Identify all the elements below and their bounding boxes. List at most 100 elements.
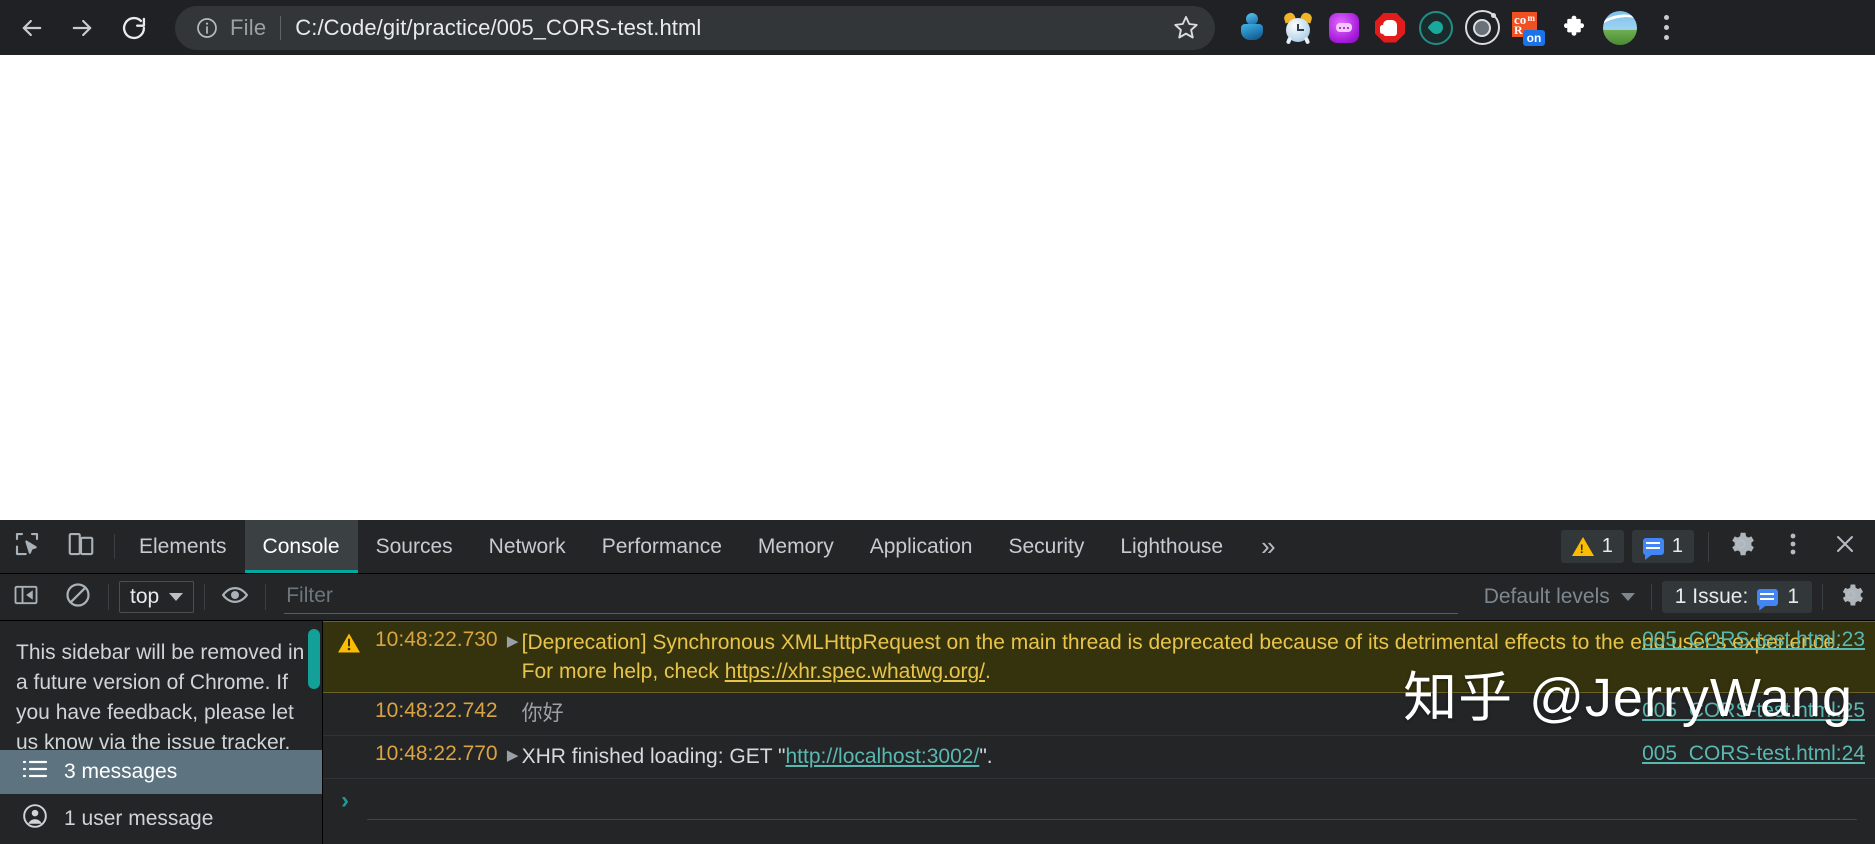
pin-extension-button[interactable]: [1229, 5, 1275, 51]
warning-count-badge[interactable]: 1: [1560, 530, 1624, 563]
console-filter-input[interactable]: [284, 580, 1458, 614]
console-settings-button[interactable]: [1827, 574, 1875, 620]
eye-extension-button[interactable]: [1413, 5, 1459, 51]
console-prompt-input[interactable]: [367, 785, 1857, 820]
common-on-icon: co m R on: [1512, 11, 1545, 46]
console-message-row[interactable]: 10:48:22.770 ▶ XHR finished loading: GET…: [323, 736, 1875, 779]
alarm-clock-icon: [1282, 11, 1314, 44]
device-toolbar-toggle-button[interactable]: [54, 520, 108, 573]
console-toolbar-divider: [108, 584, 109, 610]
message-timestamp: 10:48:22.742: [375, 699, 498, 722]
page-info-icon[interactable]: [195, 16, 219, 40]
tab-memory[interactable]: Memory: [740, 520, 852, 573]
tab-sources[interactable]: Sources: [358, 520, 471, 573]
url-text[interactable]: C:/Code/git/practice/005_CORS-test.html: [295, 15, 701, 41]
back-button[interactable]: [8, 4, 55, 51]
extensions-puzzle-button[interactable]: [1551, 5, 1597, 51]
devtools-tabbar: Elements Console Sources Network Perform…: [0, 520, 1875, 574]
common-on-extension-button[interactable]: co m R on: [1505, 5, 1551, 51]
console-prompt-row[interactable]: ›: [323, 779, 1875, 829]
adblock-extension-button[interactable]: [1367, 5, 1413, 51]
console-sidebar-toggle-button[interactable]: [0, 574, 52, 620]
chat-bubble-extension-button[interactable]: [1321, 5, 1367, 51]
tab-label: Lighthouse: [1120, 534, 1224, 558]
tab-console[interactable]: Console: [244, 520, 358, 573]
issues-button[interactable]: 1 Issue: 1: [1661, 581, 1812, 613]
inspect-element-button[interactable]: [0, 520, 54, 573]
message-link[interactable]: http://localhost:3002/: [786, 745, 980, 768]
clear-console-button[interactable]: [52, 574, 104, 620]
gear-icon: [1726, 529, 1756, 564]
kebab-dot: [1663, 35, 1669, 40]
chat-bubble-icon: [1329, 12, 1359, 43]
kebab-dot: [1663, 25, 1669, 30]
sidebar-scrollbar[interactable]: [308, 629, 320, 689]
console-messages-list: 10:48:22.730 ▶ [Deprecation] Synchronous…: [323, 621, 1875, 844]
live-expression-button[interactable]: [209, 574, 261, 620]
tab-label: Security: [1008, 534, 1085, 558]
pin-icon: [1239, 12, 1265, 43]
target-icon: [1464, 10, 1500, 45]
expand-arrow-icon[interactable]: ▶: [504, 628, 522, 650]
sidebar-deprecation-note: This sidebar will be removed in a future…: [16, 641, 305, 754]
execution-context-select[interactable]: top: [119, 581, 195, 613]
message-bubble-icon: [1757, 588, 1779, 606]
message-icon-placeholder: [323, 742, 375, 746]
devtools-menu-button[interactable]: [1767, 530, 1819, 563]
console-toolbar-divider: [265, 584, 267, 610]
eye-icon: [1419, 10, 1453, 45]
expand-arrow-icon[interactable]: ▶: [504, 742, 522, 764]
log-levels-select[interactable]: Default levels: [1472, 585, 1647, 609]
bookmark-star-icon[interactable]: [1171, 13, 1201, 43]
extensions-bar: co m R on: [1229, 5, 1683, 51]
execution-context-label: top: [130, 585, 160, 608]
tab-security[interactable]: Security: [990, 520, 1102, 573]
tab-performance[interactable]: Performance: [584, 520, 740, 573]
console-sidebar: This sidebar will be removed in a future…: [0, 621, 323, 844]
console-message-row[interactable]: 10:48:22.742 你好 005_CORS-test.html:25: [323, 693, 1875, 736]
tab-label: Application: [869, 534, 973, 558]
message-timestamp: 10:48:22.730: [375, 628, 498, 651]
message-source-link[interactable]: 005_CORS-test.html:23: [1642, 628, 1865, 652]
message-source-link[interactable]: 005_CORS-test.html:25: [1642, 699, 1865, 723]
tab-lighthouse[interactable]: Lighthouse: [1102, 520, 1241, 573]
chevron-down-icon: [169, 593, 184, 601]
sidebar-item-label: 3 messages: [64, 760, 178, 783]
devtools-settings-button[interactable]: [1715, 529, 1767, 564]
message-icon-placeholder: [323, 699, 375, 703]
console-message-row[interactable]: 10:48:22.730 ▶ [Deprecation] Synchronous…: [323, 621, 1875, 693]
console-body: This sidebar will be removed in a future…: [0, 621, 1875, 844]
eye-icon: [220, 580, 250, 615]
chevron-double-right-icon: »: [1261, 531, 1276, 561]
devtools-tabbar-right: 1 1: [1560, 520, 1875, 573]
alarm-clock-extension-button[interactable]: [1275, 5, 1321, 51]
tab-label: Elements: [139, 534, 227, 558]
url-scheme-label: File: [230, 14, 267, 40]
profile-avatar-button[interactable]: [1597, 5, 1643, 51]
sidebar-item-messages[interactable]: 3 messages: [0, 750, 322, 794]
prompt-caret-icon: ›: [341, 787, 349, 814]
address-bar[interactable]: File C:/Code/git/practice/005_CORS-test.…: [175, 5, 1215, 50]
message-timestamp: 10:48:22.770: [375, 742, 498, 765]
tab-application[interactable]: Application: [852, 520, 991, 573]
browser-menu-button[interactable]: [1649, 5, 1683, 51]
forward-button[interactable]: [58, 4, 105, 51]
devtools-close-button[interactable]: [1819, 532, 1871, 561]
more-tabs-button[interactable]: »: [1241, 520, 1295, 573]
arrow-right-icon: [68, 14, 96, 42]
issues-count-badge[interactable]: 1: [1631, 530, 1694, 563]
reload-button[interactable]: [110, 4, 157, 51]
list-icon: [22, 759, 48, 785]
cursor-select-icon: [12, 529, 42, 564]
stop-hand-icon: [1375, 12, 1405, 43]
message-link[interactable]: https://xhr.spec.whatwg.org/: [725, 660, 985, 683]
tab-network[interactable]: Network: [471, 520, 584, 573]
no-entry-icon: [64, 581, 92, 614]
message-text-before: XHR finished loading: GET ": [521, 745, 786, 768]
sidebar-item-user-messages[interactable]: 1 user message: [0, 794, 322, 844]
kebab-menu-icon: [1789, 530, 1797, 563]
tabbar-divider: [114, 534, 115, 559]
target-extension-button[interactable]: [1459, 5, 1505, 51]
tab-elements[interactable]: Elements: [121, 520, 245, 573]
message-source-link[interactable]: 005_CORS-test.html:24: [1642, 742, 1865, 766]
